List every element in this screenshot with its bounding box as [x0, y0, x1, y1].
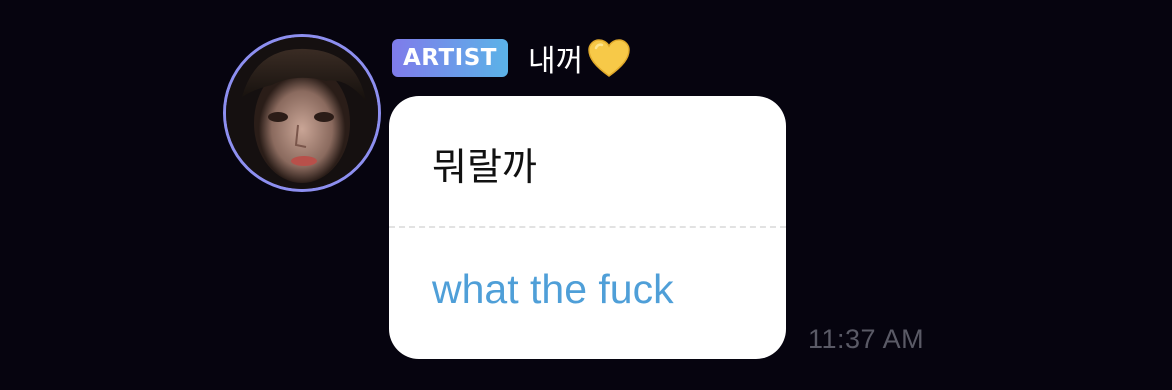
- message-bubble[interactable]: 뭐랄까 what the fuck: [389, 96, 786, 359]
- avatar[interactable]: [223, 34, 381, 192]
- yellow-heart-icon: [588, 39, 630, 77]
- avatar-photo: [226, 37, 378, 189]
- translated-message-text: what the fuck: [432, 266, 674, 312]
- original-message-text: 뭐랄까: [432, 145, 537, 189]
- message-timestamp: 11:37 AM: [808, 324, 925, 354]
- message-header: ARTIST 내꺼: [392, 34, 631, 82]
- translation-divider: [389, 226, 786, 228]
- artist-badge: ARTIST: [392, 39, 508, 77]
- sender-name[interactable]: 내꺼: [528, 36, 583, 80]
